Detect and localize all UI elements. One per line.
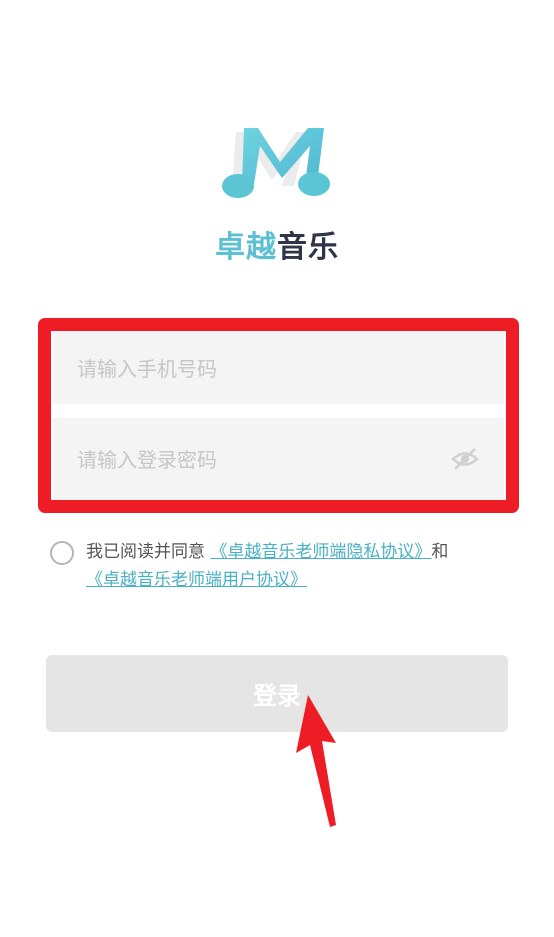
- brand-part-2: 音乐: [277, 230, 339, 265]
- privacy-policy-link[interactable]: 《卓越音乐老师端隐私协议》: [210, 542, 431, 562]
- login-button[interactable]: 登录: [46, 655, 508, 732]
- red-arrow-pointer: [296, 695, 336, 827]
- eye-hidden-icon[interactable]: [450, 444, 480, 474]
- agreement-conjunction: 和: [431, 542, 449, 562]
- agreement-prefix: 我已阅读并同意: [86, 542, 205, 562]
- app-brand-name: 卓越音乐: [0, 222, 554, 266]
- app-logo-icon: [222, 128, 330, 198]
- password-input[interactable]: [75, 418, 439, 502]
- password-field: [53, 418, 504, 502]
- phone-input[interactable]: [75, 331, 439, 406]
- agreement-text: 我已阅读并同意 《卓越音乐老师端隐私协议》和 《卓越音乐老师端用户协议》: [86, 538, 526, 594]
- agree-radio[interactable]: [50, 541, 74, 565]
- user-agreement-link[interactable]: 《卓越音乐老师端用户协议》: [86, 570, 307, 590]
- brand-part-1: 卓越: [215, 230, 277, 265]
- phone-field: [53, 331, 504, 406]
